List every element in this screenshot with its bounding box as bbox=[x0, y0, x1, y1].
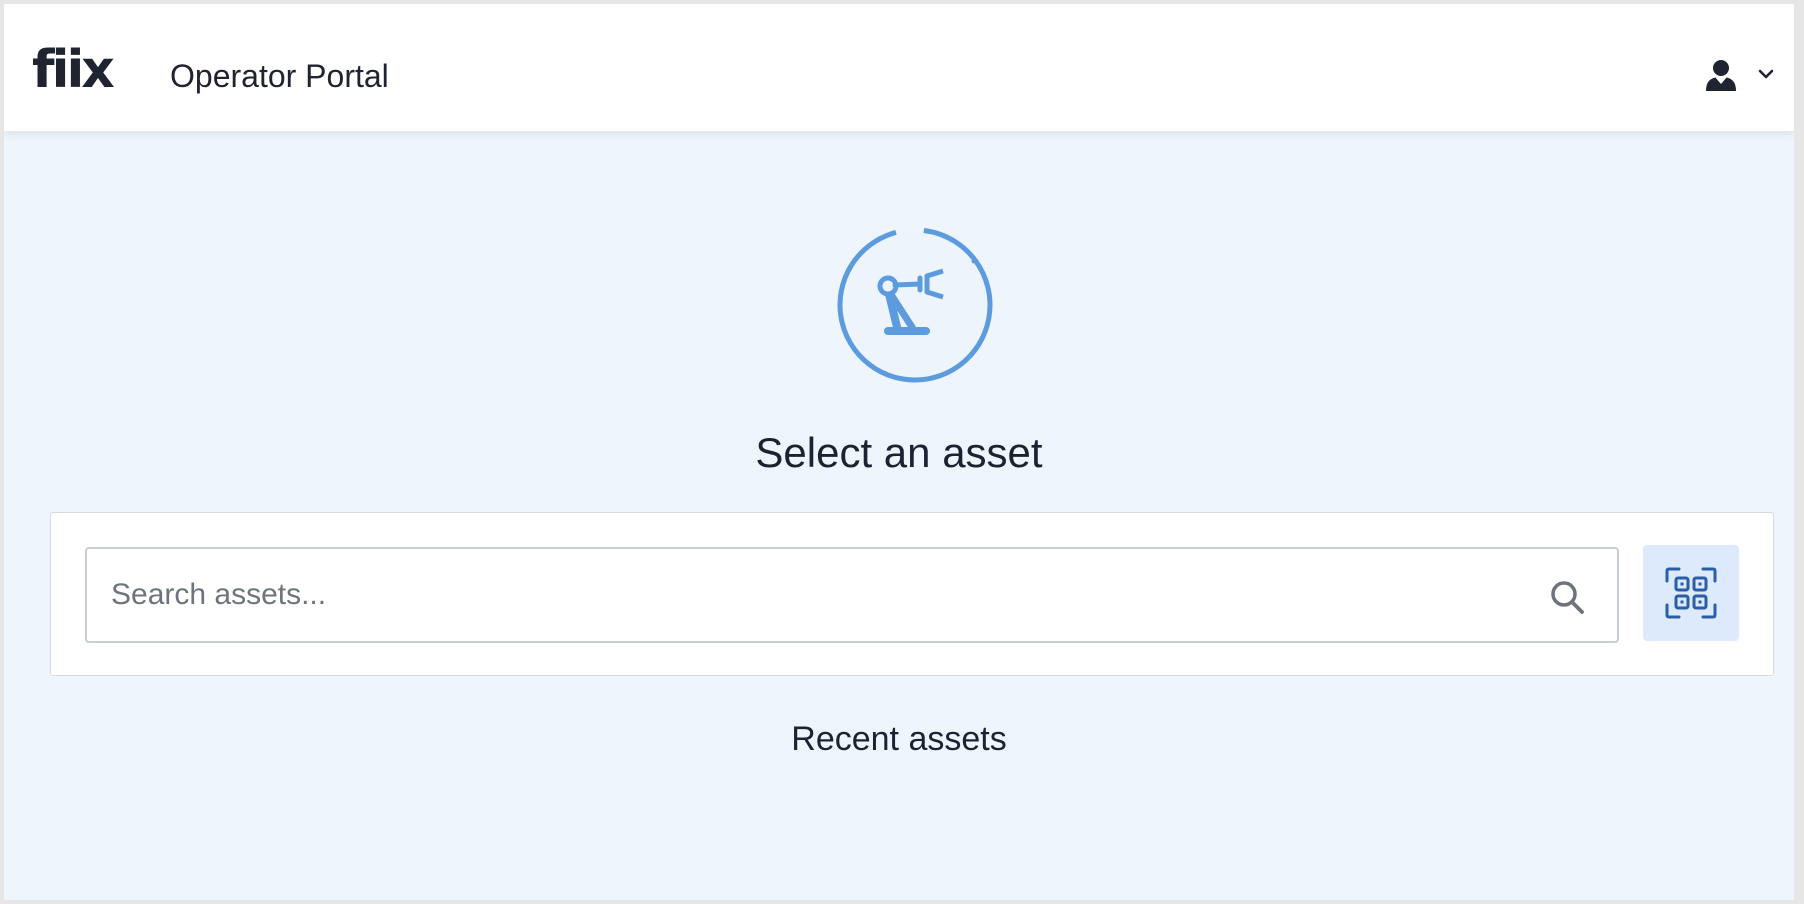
app-window: fiix Operator Portal Select an asset Sea… bbox=[4, 4, 1794, 900]
recent-assets-heading: Recent assets bbox=[791, 720, 1007, 758]
fiix-logo[interactable]: fiix bbox=[32, 44, 115, 96]
app-title: Operator Portal bbox=[170, 58, 389, 94]
qr-code-scan-icon bbox=[1665, 567, 1717, 619]
chevron-down-icon bbox=[1758, 69, 1774, 79]
user-menu-button[interactable] bbox=[1704, 58, 1778, 98]
page-heading: Select an asset bbox=[755, 429, 1043, 476]
search-field[interactable] bbox=[85, 547, 1619, 643]
user-icon bbox=[1706, 60, 1736, 91]
scan-qr-button[interactable] bbox=[1643, 545, 1739, 641]
top-header: fiix Operator Portal bbox=[4, 4, 1794, 132]
robot-arm-icon bbox=[837, 227, 993, 383]
search-input[interactable] bbox=[87, 549, 1617, 641]
search-icon[interactable] bbox=[1549, 579, 1585, 615]
asset-search-card bbox=[50, 512, 1774, 676]
